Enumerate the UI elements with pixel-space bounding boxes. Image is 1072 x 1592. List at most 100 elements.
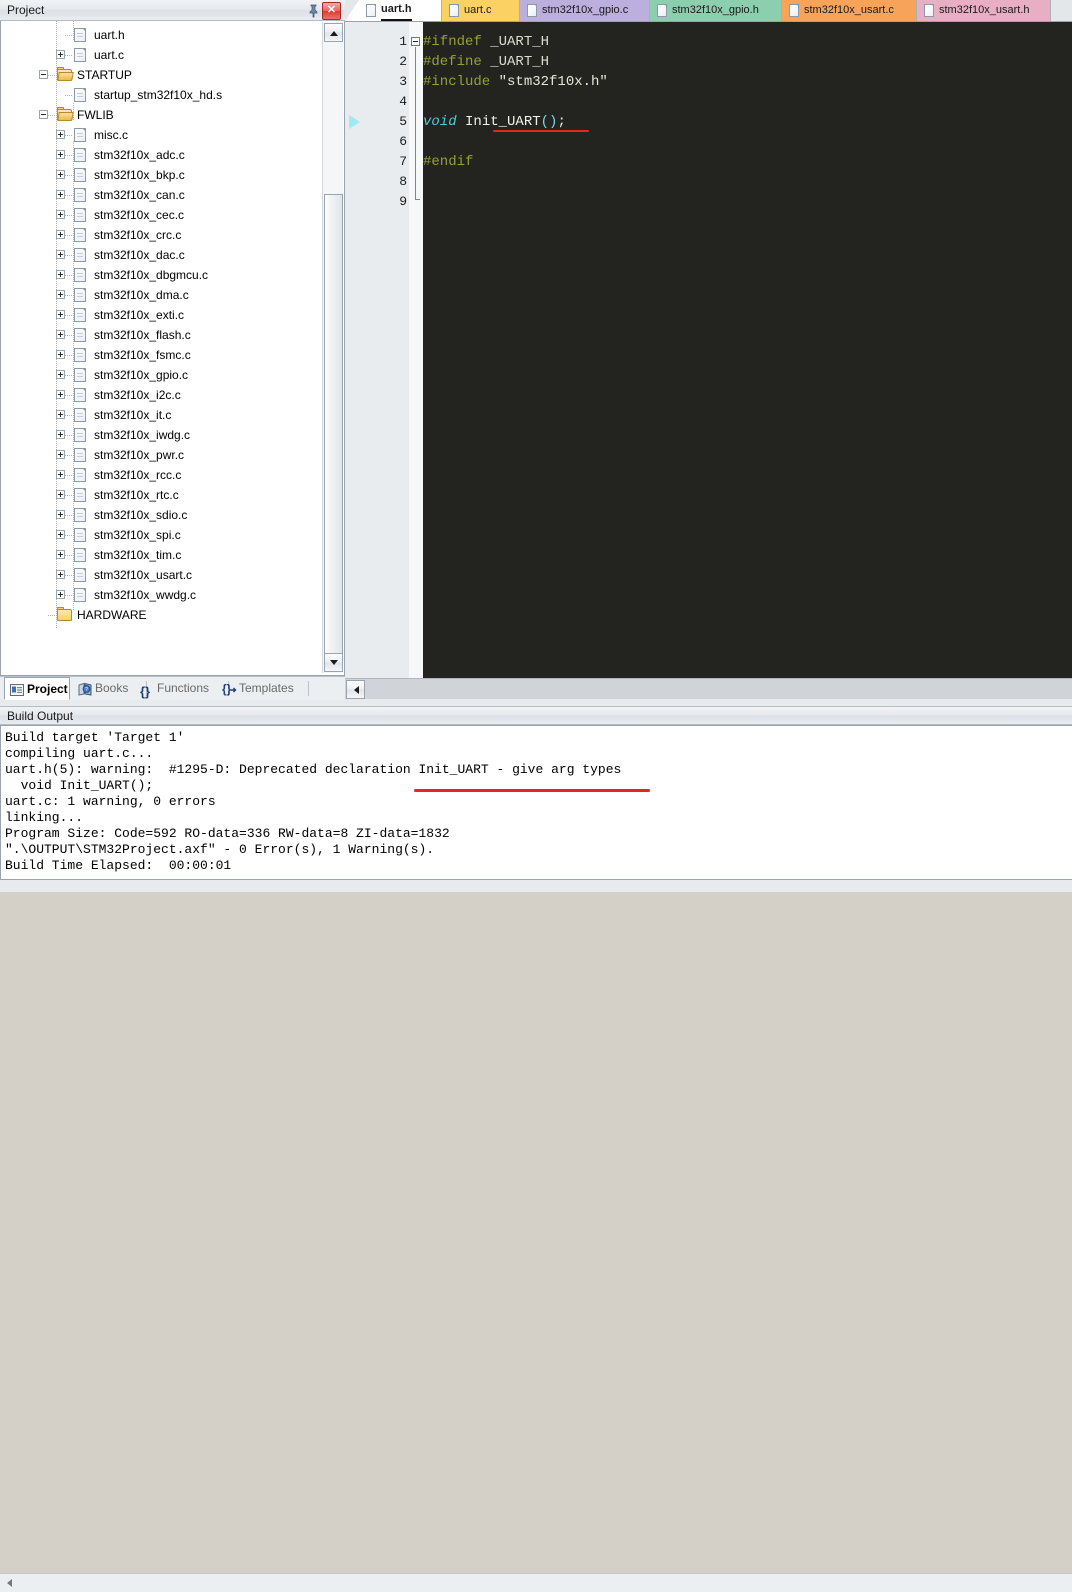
build-output-horizontal-scrollbar[interactable]: [0, 1573, 1072, 1592]
tree-expander-plus[interactable]: [56, 450, 65, 459]
tree-item-label: stm32f10x_cec.c: [94, 208, 185, 222]
tree-expander-plus[interactable]: [56, 270, 65, 279]
tree-expander-plus[interactable]: [56, 190, 65, 199]
tree-item[interactable]: stm32f10x_bkp.c: [1, 165, 323, 185]
tree-item[interactable]: STARTUP: [1, 65, 323, 85]
file-icon-lines: [77, 473, 83, 479]
tree-item[interactable]: stm32f10x_fsmc.c: [1, 345, 323, 365]
editor-tab-stm32f10x-gpio-h[interactable]: stm32f10x_gpio.h: [650, 0, 782, 21]
tree-expander-minus[interactable]: [39, 70, 48, 79]
editor-gutter[interactable]: [345, 22, 383, 678]
tree-item[interactable]: stm32f10x_wwdg.c: [1, 585, 323, 605]
build-scroll-left-button[interactable]: [1, 1575, 17, 1591]
editor-tab-stm32f10x-usart-c[interactable]: stm32f10x_usart.c: [782, 0, 917, 21]
tree-item[interactable]: FWLIB: [1, 105, 323, 125]
tree-item[interactable]: stm32f10x_dma.c: [1, 285, 323, 305]
tree-item[interactable]: stm32f10x_rcc.c: [1, 465, 323, 485]
close-icon[interactable]: ✕: [322, 2, 341, 20]
tree-expander-plus[interactable]: [56, 370, 65, 379]
pin-icon[interactable]: [306, 3, 321, 18]
tree-item[interactable]: HARDWARE: [1, 605, 323, 625]
tree-connector: [65, 475, 73, 476]
code-token-fn: Init_UART: [456, 114, 541, 130]
pane-tab-functions[interactable]: {} Functions: [135, 677, 229, 700]
tree-item[interactable]: stm32f10x_dac.c: [1, 245, 323, 265]
tree-expander-plus[interactable]: [56, 470, 65, 479]
tree-expander-plus[interactable]: [56, 310, 65, 319]
tree-expander-plus[interactable]: [56, 290, 65, 299]
tree-item[interactable]: stm32f10x_i2c.c: [1, 385, 323, 405]
scroll-down-button[interactable]: [324, 653, 343, 672]
tree-item[interactable]: stm32f10x_flash.c: [1, 325, 323, 345]
tree-item-label: stm32f10x_usart.c: [94, 568, 193, 582]
tree-expander-plus[interactable]: [56, 550, 65, 559]
tree-expander-plus[interactable]: [56, 530, 65, 539]
tree-item[interactable]: stm32f10x_exti.c: [1, 305, 323, 325]
tree-expander-minus[interactable]: [39, 110, 48, 119]
tree-expander-plus[interactable]: [56, 510, 65, 519]
tree-item[interactable]: stm32f10x_pwr.c: [1, 445, 323, 465]
tree-item[interactable]: uart.c: [1, 45, 323, 65]
tree-expander-plus[interactable]: [56, 210, 65, 219]
tree-item[interactable]: stm32f10x_crc.c: [1, 225, 323, 245]
editor-tab-uart-c[interactable]: uart.c: [442, 0, 520, 21]
tree-item[interactable]: stm32f10x_gpio.c: [1, 365, 323, 385]
code-editor[interactable]: 123456789 #ifndef _UART_H #define _UART_H…: [345, 22, 1072, 678]
tree-expander-plus[interactable]: [56, 130, 65, 139]
tree-item[interactable]: stm32f10x_iwdg.c: [1, 425, 323, 445]
tree-item[interactable]: stm32f10x_dbgmcu.c: [1, 265, 323, 285]
tree-expander-plus[interactable]: [56, 170, 65, 179]
tree-connector: [65, 195, 73, 196]
build-output-text[interactable]: Build target 'Target 1' compiling uart.c.…: [0, 725, 1072, 880]
tree-item[interactable]: stm32f10x_sdio.c: [1, 505, 323, 525]
tree-expander-plus[interactable]: [56, 230, 65, 239]
tree-expander-plus[interactable]: [56, 430, 65, 439]
tree-expander-plus[interactable]: [56, 590, 65, 599]
tree-item[interactable]: stm32f10x_can.c: [1, 185, 323, 205]
tree-expander-plus[interactable]: [56, 330, 65, 339]
tabbar-skew: [345, 0, 359, 21]
project-tree-vertical-scrollbar[interactable]: [322, 22, 343, 673]
tree-item[interactable]: stm32f10x_spi.c: [1, 525, 323, 545]
build-output-line: ".\OUTPUT\STM32Project.axf" - 0 Error(s)…: [5, 842, 435, 857]
tree-item[interactable]: stm32f10x_rtc.c: [1, 485, 323, 505]
tree-item[interactable]: stm32f10x_tim.c: [1, 545, 323, 565]
tree-item[interactable]: stm32f10x_cec.c: [1, 205, 323, 225]
code-folding-margin[interactable]: [409, 22, 423, 678]
tree-item[interactable]: startup_stm32f10x_hd.s: [1, 85, 323, 105]
pane-tab-templates[interactable]: {} Templates: [217, 677, 309, 700]
tree-expander-plus[interactable]: [56, 250, 65, 259]
pane-tab-project[interactable]: Project: [4, 677, 70, 700]
tree-expander-plus[interactable]: [56, 50, 65, 59]
tree-expander-plus[interactable]: [56, 490, 65, 499]
editor-horizontal-scrollbar[interactable]: [345, 678, 1072, 699]
code-token-pp: #endif: [423, 154, 474, 170]
editor-tab-stm32f10x-gpio-c[interactable]: stm32f10x_gpio.c: [520, 0, 650, 21]
line-number: 8: [399, 174, 407, 189]
tree-expander-plus[interactable]: [56, 570, 65, 579]
code-text[interactable]: #ifndef _UART_H #define _UART_H #include "…: [423, 22, 1072, 678]
fold-collapse-box[interactable]: [411, 37, 420, 46]
tree-item[interactable]: stm32f10x_it.c: [1, 405, 323, 425]
editor-tab-uart-h[interactable]: uart.h: [359, 0, 442, 21]
line-number: 6: [399, 134, 407, 149]
file-icon: [74, 48, 86, 62]
tree-expander-plus[interactable]: [56, 150, 65, 159]
tree-item[interactable]: uart.h: [1, 25, 323, 45]
tree-item[interactable]: stm32f10x_adc.c: [1, 145, 323, 165]
tree-expander-plus[interactable]: [56, 350, 65, 359]
file-icon: [74, 468, 86, 482]
tree-expander-plus[interactable]: [56, 410, 65, 419]
editor-tab-stm32f10x-usart-h[interactable]: stm32f10x_usart.h: [917, 0, 1051, 21]
tree-expander-plus[interactable]: [56, 390, 65, 399]
tree-item-label: stm32f10x_wwdg.c: [94, 588, 197, 602]
tree-item[interactable]: stm32f10x_usart.c: [1, 565, 323, 585]
tree-item[interactable]: misc.c: [1, 125, 323, 145]
project-tree[interactable]: uart.h uart.c STARTUP startup_stm32f10x_hd.…: [1, 21, 323, 674]
scrollbar-thumb[interactable]: [324, 194, 343, 654]
file-icon-lines: [77, 433, 83, 439]
build-output-line: Program Size: Code=592 RO-data=336 RW-da…: [5, 826, 450, 841]
scroll-up-button[interactable]: [324, 23, 343, 42]
editor-tab-label: stm32f10x_gpio.c: [542, 4, 629, 16]
scroll-left-button[interactable]: [346, 680, 365, 699]
